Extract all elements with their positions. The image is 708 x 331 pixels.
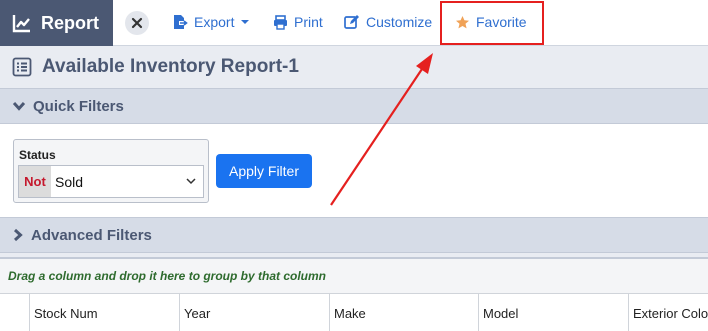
quick-filters-toggle[interactable]: Quick Filters — [0, 88, 708, 124]
advanced-filters-label: Advanced Filters — [31, 226, 152, 244]
chevron-right-icon — [13, 228, 23, 242]
column-header-year[interactable]: Year — [180, 294, 330, 331]
print-button[interactable]: Print — [273, 14, 323, 30]
export-button[interactable]: Export — [172, 14, 252, 30]
caret-down-icon — [241, 20, 250, 24]
print-label: Print — [294, 14, 323, 30]
group-by-drop-zone[interactable]: Drag a column and drop it here to group … — [0, 257, 708, 293]
report-tab[interactable]: Report — [0, 0, 113, 46]
advanced-filters-toggle[interactable]: Advanced Filters — [0, 217, 708, 253]
edit-icon — [344, 15, 359, 29]
quick-filters-label: Quick Filters — [33, 97, 124, 115]
not-operator-toggle[interactable]: Not — [19, 166, 51, 197]
status-filter: Status Not Sold — [13, 139, 209, 203]
close-button[interactable] — [125, 11, 149, 35]
top-toolbar: Report Export Print Customize Favorite — [0, 0, 708, 46]
status-select[interactable]: Not Sold — [18, 165, 204, 198]
page-title: Available Inventory Report-1 — [42, 56, 299, 77]
line-chart-icon — [12, 15, 30, 33]
status-filter-label: Status — [19, 148, 56, 162]
page-header: Available Inventory Report-1 — [0, 46, 708, 88]
quick-filters-panel: Status Not Sold Apply Filter — [0, 124, 708, 217]
group-by-hint: Drag a column and drop it here to group … — [8, 269, 327, 283]
customize-button[interactable]: Customize — [344, 14, 432, 30]
annotation-highlight-box — [440, 1, 544, 45]
chevron-down-icon — [186, 178, 196, 185]
column-header-exterior-color[interactable]: Exterior Colo — [629, 294, 708, 331]
close-icon — [131, 17, 143, 29]
column-header-select[interactable] — [0, 294, 30, 331]
apply-filter-button[interactable]: Apply Filter — [216, 154, 312, 188]
customize-label: Customize — [366, 14, 433, 30]
chevron-down-icon — [12, 101, 26, 111]
column-header-make[interactable]: Make — [330, 294, 479, 331]
column-header-stock-num[interactable]: Stock Num — [30, 294, 180, 331]
export-icon — [174, 15, 188, 29]
export-label: Export — [194, 14, 235, 30]
grid-header-row: Stock Num Year Make Model Exterior Colo — [0, 293, 708, 331]
report-tab-label: Report — [41, 12, 99, 33]
status-select-value: Sold — [55, 174, 84, 190]
print-icon — [274, 14, 287, 30]
column-header-model[interactable]: Model — [479, 294, 629, 331]
list-icon — [12, 57, 32, 77]
